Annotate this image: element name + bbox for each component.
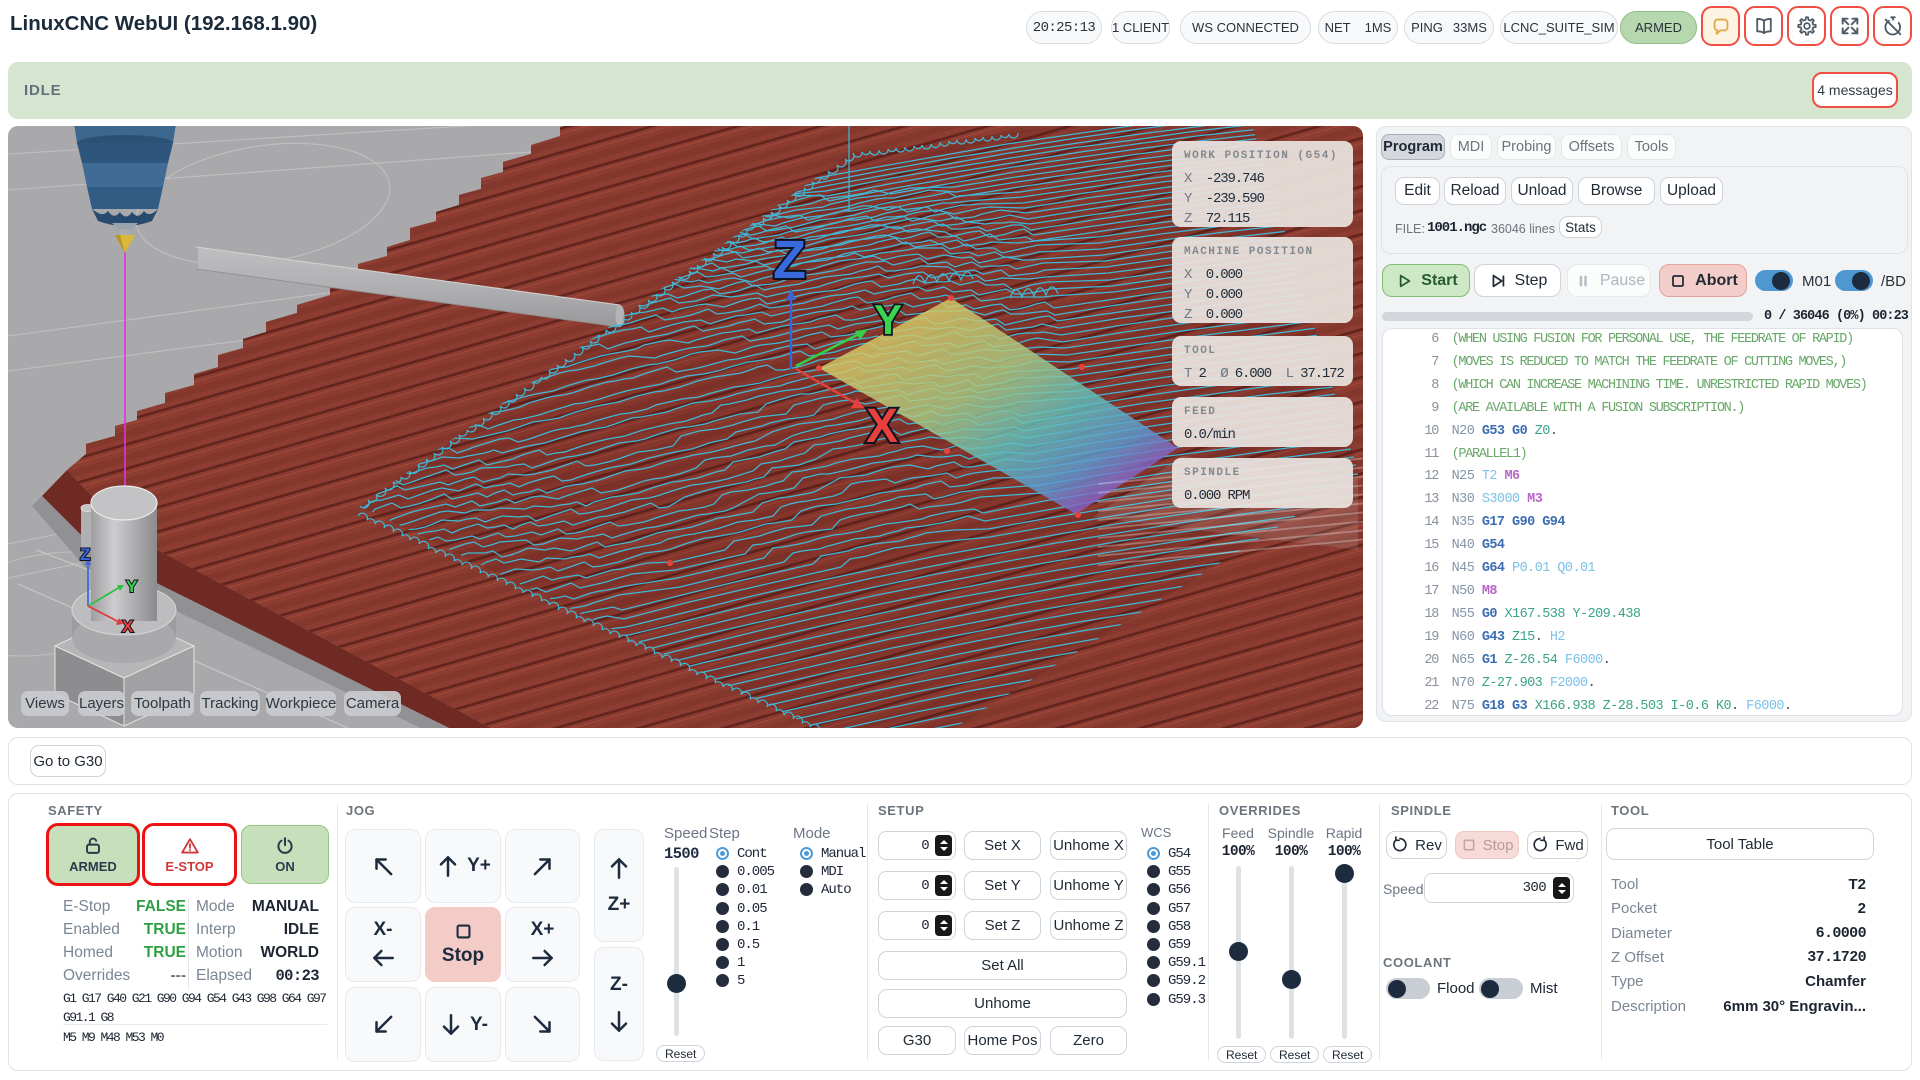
svg-text:Y: Y (874, 296, 902, 343)
svg-text:Z: Z (773, 230, 806, 290)
svg-text:X: X (866, 400, 898, 453)
svg-text:Z: Z (80, 545, 90, 564)
svg-text:Y: Y (126, 577, 138, 596)
svg-text:X: X (122, 617, 134, 636)
